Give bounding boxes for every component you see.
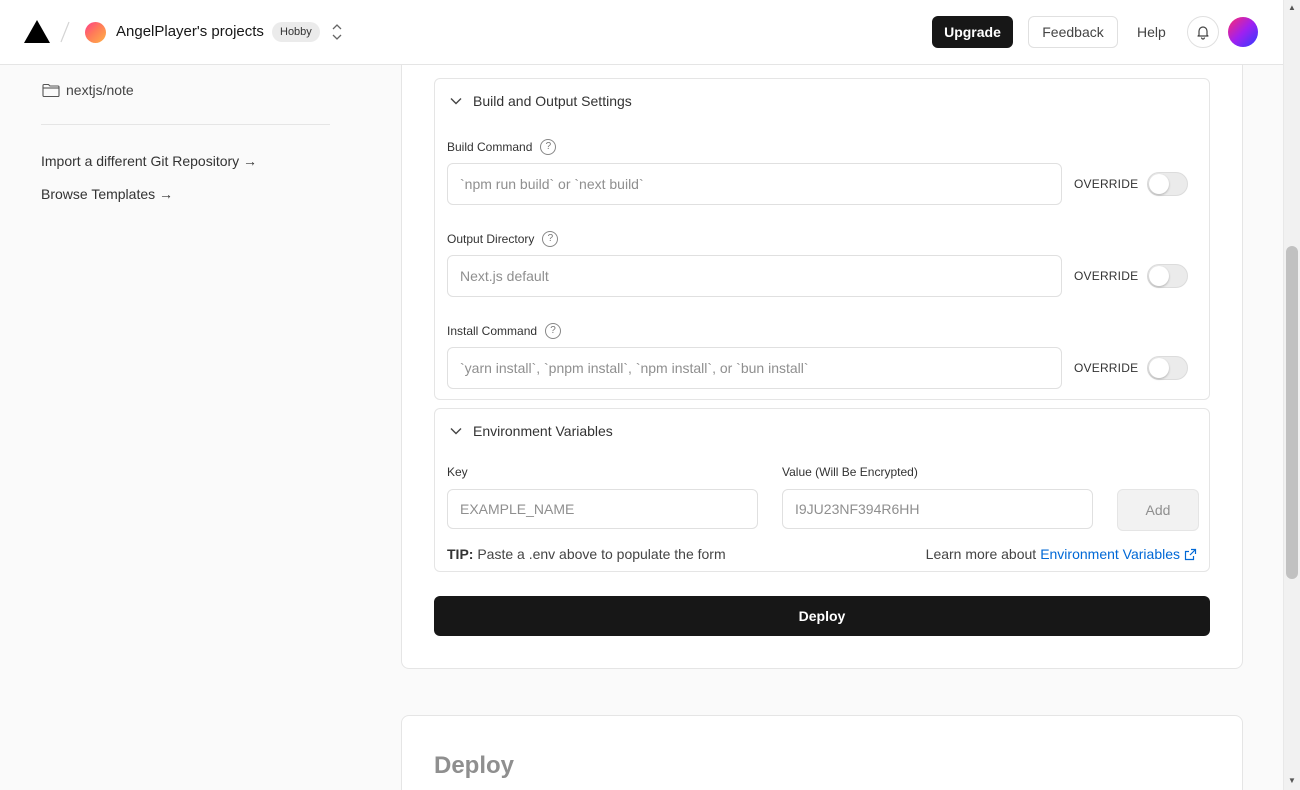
build-output-settings-section: Build and Output Settings Build Command … (434, 78, 1210, 400)
repo-path: nextjs/note (42, 82, 134, 98)
env-value-input[interactable] (782, 489, 1093, 529)
breadcrumb-separator-icon (60, 21, 70, 43)
deploy-section-title: Deploy (434, 752, 515, 779)
override-label: OVERRIDE (1074, 177, 1139, 191)
toggle-knob (1149, 174, 1169, 194)
scrollbar-thumb[interactable] (1286, 246, 1298, 579)
learn-more: Learn more about Environment Variables (926, 546, 1197, 562)
field-label-text: Value (Will Be Encrypted) (782, 465, 918, 479)
env-tip: TIP: Paste a .env above to populate the … (447, 546, 726, 562)
user-avatar[interactable] (1228, 17, 1258, 47)
team-name[interactable]: AngelPlayer's projects (116, 23, 264, 40)
section-title: Build and Output Settings (473, 93, 632, 109)
repo-name: nextjs/note (66, 82, 134, 98)
page-scrollbar[interactable]: ▲ ▼ (1283, 0, 1300, 790)
section-title: Environment Variables (473, 423, 613, 439)
browse-templates-link[interactable]: Browse Templates → (41, 186, 173, 202)
plan-badge: Hobby (272, 22, 320, 42)
scroll-up-arrow-icon[interactable]: ▲ (1288, 3, 1296, 12)
build-output-settings-header[interactable]: Build and Output Settings (449, 93, 632, 109)
chevron-up-down-icon[interactable] (330, 22, 344, 42)
divider (41, 124, 330, 125)
env-key-input[interactable] (447, 489, 758, 529)
env-key-label: Key (447, 465, 468, 479)
bell-icon (1197, 26, 1209, 40)
upgrade-button[interactable]: Upgrade (932, 16, 1013, 48)
top-header: AngelPlayer's projects Hobby Upgrade Fee… (0, 0, 1283, 65)
output-directory-input[interactable] (447, 255, 1062, 297)
add-env-var-button[interactable]: Add (1117, 489, 1199, 531)
help-question-icon[interactable]: ? (540, 139, 557, 155)
build-command-input[interactable] (447, 163, 1062, 205)
override-label: OVERRIDE (1074, 361, 1139, 375)
build-command-override-toggle[interactable] (1147, 172, 1188, 196)
help-question-icon[interactable]: ? (542, 231, 559, 247)
external-link-icon[interactable] (1184, 548, 1197, 561)
build-command-label: Build Command ? (447, 139, 557, 155)
import-git-repo-link[interactable]: Import a different Git Repository → (41, 153, 257, 169)
folder-icon (42, 83, 60, 97)
environment-variables-section: Environment Variables Key Value (Will Be… (434, 408, 1210, 572)
field-label-text: Output Directory (447, 232, 535, 246)
team-avatar[interactable] (85, 22, 106, 43)
feedback-button[interactable]: Feedback (1028, 16, 1118, 48)
toggle-knob (1149, 266, 1169, 286)
install-command-input[interactable] (447, 347, 1062, 389)
deploy-button[interactable]: Deploy (434, 596, 1210, 636)
help-link[interactable]: Help (1137, 24, 1166, 40)
vercel-logo-icon[interactable] (24, 20, 50, 43)
scroll-down-arrow-icon[interactable]: ▼ (1288, 776, 1296, 785)
output-directory-override-toggle[interactable] (1147, 264, 1188, 288)
toggle-knob (1149, 358, 1169, 378)
field-label-text: Install Command (447, 324, 538, 338)
tip-prefix: TIP: (447, 546, 474, 562)
learn-more-text: Learn more about (925, 546, 1037, 562)
help-question-icon[interactable]: ? (545, 323, 562, 339)
chevron-down-icon (450, 98, 462, 105)
tip-text: Paste a .env above to populate the form (473, 546, 726, 562)
field-label-text: Build Command (447, 140, 533, 154)
chevron-down-icon (450, 428, 462, 435)
install-command-label: Install Command ? (447, 323, 562, 339)
notifications-button[interactable] (1187, 16, 1219, 48)
install-command-override-toggle[interactable] (1147, 356, 1188, 380)
environment-variables-header[interactable]: Environment Variables (449, 423, 613, 439)
environment-variables-docs-link[interactable]: Environment Variables (1040, 546, 1180, 562)
override-label: OVERRIDE (1074, 269, 1139, 283)
field-label-text: Key (447, 465, 468, 479)
left-column: nextjs/note Import a different Git Repos… (0, 57, 400, 790)
output-directory-label: Output Directory ? (447, 231, 559, 247)
env-value-label: Value (Will Be Encrypted) (782, 465, 918, 479)
deploy-card: Deploy (401, 715, 1243, 790)
